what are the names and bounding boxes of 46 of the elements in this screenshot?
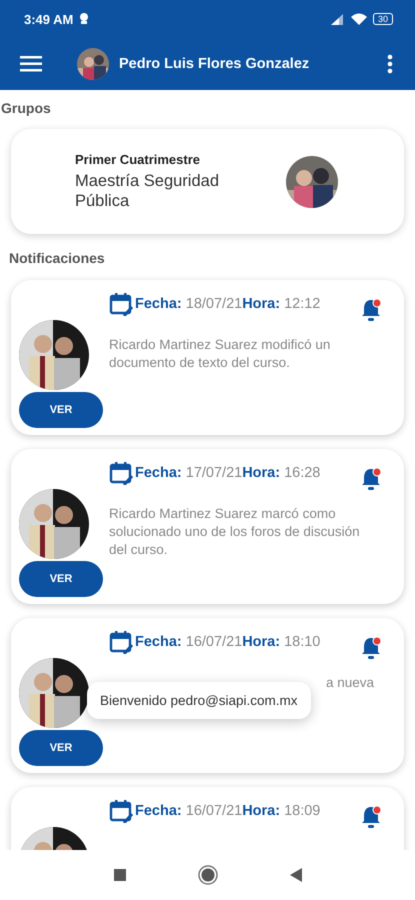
date-label: Fecha: bbox=[135, 803, 182, 819]
more-options-icon[interactable] bbox=[387, 54, 393, 74]
back-icon[interactable] bbox=[290, 868, 302, 882]
date-label: Fecha: bbox=[135, 296, 182, 312]
wifi-icon bbox=[350, 13, 367, 25]
time-label: Hora: bbox=[242, 803, 280, 819]
date-label: Fecha: bbox=[135, 465, 182, 481]
status-time: 3:49 AM bbox=[24, 12, 74, 26]
date-value: 16/07/21 bbox=[186, 634, 242, 650]
date-value: 18/07/21 bbox=[186, 296, 242, 312]
menu-icon[interactable] bbox=[20, 56, 42, 72]
group-card[interactable]: Primer Cuatrimestre Maestría Seguridad Pública bbox=[11, 129, 404, 234]
time-label: Hora: bbox=[242, 465, 280, 481]
calendar-icon bbox=[109, 461, 133, 485]
bell-icon[interactable] bbox=[360, 636, 382, 660]
bell-icon[interactable] bbox=[360, 467, 382, 491]
time-value: 12:12 bbox=[284, 296, 320, 312]
section-heading: Grupos bbox=[1, 100, 52, 116]
calendar-icon bbox=[109, 630, 133, 654]
time-value: 16:28 bbox=[284, 465, 320, 481]
notification-message: Ricardo Martinez Suarez modificó un documento de texto del curso. bbox=[109, 336, 332, 372]
time-value: 18:10 bbox=[284, 634, 320, 650]
battery-icon: 30 bbox=[372, 13, 393, 25]
calendar-icon bbox=[109, 292, 133, 316]
bell-icon[interactable] bbox=[360, 805, 382, 829]
date-value: 17/07/21 bbox=[186, 465, 242, 481]
time-label: Hora: bbox=[242, 296, 280, 312]
group-period: Primer Cuatrimestre bbox=[75, 152, 201, 167]
date-label: Fecha: bbox=[135, 634, 182, 650]
notification-message: Ricardo Martinez Suarez marcó como solucionado uno de los foros de discusión del curso. bbox=[109, 505, 361, 559]
view-button[interactable]: VER bbox=[19, 392, 103, 428]
time-value: 18:09 bbox=[284, 803, 320, 819]
user-name: Pedro Luis Flores Gonzalez bbox=[119, 56, 310, 72]
signal-icon bbox=[330, 14, 345, 24]
home-icon[interactable] bbox=[198, 865, 218, 885]
time-label: Hora: bbox=[242, 634, 280, 650]
bell-icon[interactable] bbox=[360, 298, 382, 322]
recents-icon[interactable] bbox=[114, 869, 126, 881]
section-heading: Notificaciones bbox=[9, 250, 106, 266]
group-name: Maestría Seguridad Pública bbox=[75, 171, 220, 211]
date-value: 16/07/21 bbox=[186, 803, 242, 819]
view-button[interactable]: VER bbox=[19, 561, 103, 597]
toast-message: Bienvenido pedro@siapi.com.mx bbox=[87, 682, 311, 719]
calendar-icon bbox=[109, 799, 133, 823]
notification-message: a nueva bbox=[326, 674, 374, 692]
view-button[interactable]: VER bbox=[19, 730, 103, 766]
